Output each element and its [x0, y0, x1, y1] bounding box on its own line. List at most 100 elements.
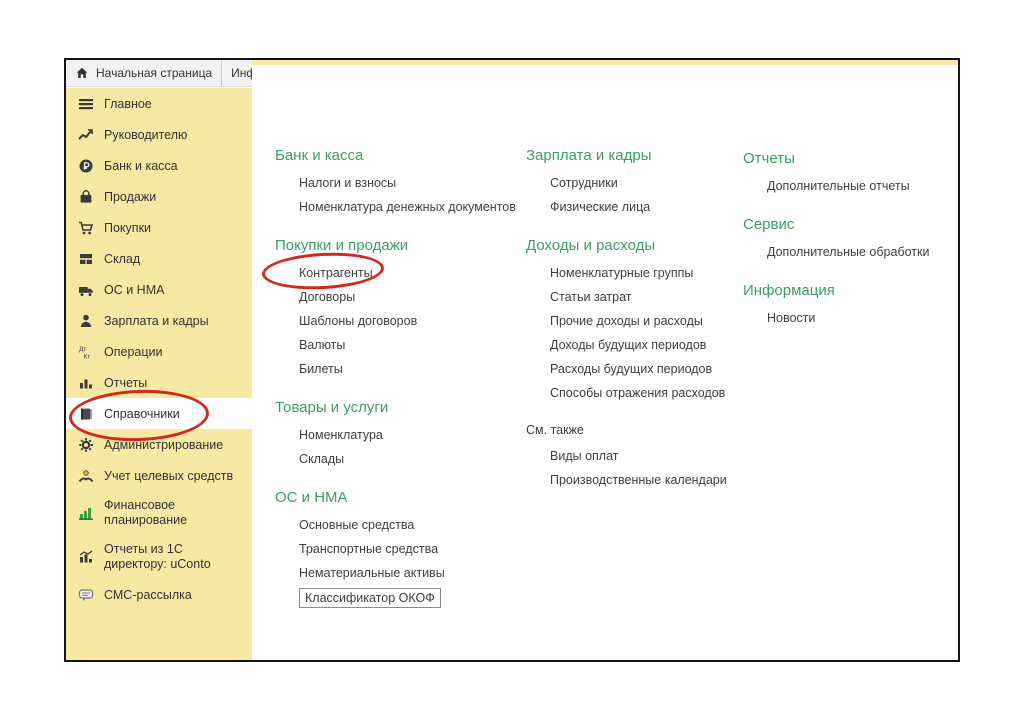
section-title-see-also: См. также	[526, 423, 584, 437]
sidebar-item-spravochniki[interactable]: Справочники	[66, 398, 252, 429]
menu-item-bilety[interactable]: Билеты	[299, 357, 343, 381]
tab-partial[interactable]: Инф	[222, 60, 252, 86]
sidebar-item-sklad[interactable]: Склад	[66, 243, 252, 274]
menu-item-transportnye-sredstva[interactable]: Транспортные средства	[299, 537, 438, 561]
sidebar-item-celevye-sredstva[interactable]: Учет целевых средств	[66, 460, 252, 491]
section-title: Зарплата и кадры	[526, 147, 652, 164]
menu-item-nomenklatura[interactable]: Номенклатура	[299, 423, 383, 447]
truck-icon	[77, 282, 95, 298]
menu-item-nomenklaturnye-gruppy[interactable]: Номенклатурные группы	[550, 261, 693, 285]
menu-item-prochie-dohody-rashody[interactable]: Прочие доходы и расходы	[550, 309, 703, 333]
menu-section-os-nma: ОС и НМА Основные средства Транспортные …	[275, 489, 516, 608]
app-window: Начальная страница Инф Главное Руководит…	[64, 58, 960, 662]
svg-text:Дт: Дт	[79, 346, 86, 353]
sidebar-item-label: Учет целевых средств	[104, 468, 234, 483]
menu-section-sm-takzhe: См. также Виды оплат Производственные ка…	[526, 423, 727, 492]
sidebar-item-label: Справочники	[104, 406, 180, 421]
menu-item-vidy-oplat[interactable]: Виды оплат	[550, 444, 619, 468]
menu-item-stati-zatrat[interactable]: Статьи затрат	[550, 285, 631, 309]
green-chart-icon	[77, 505, 95, 521]
menu-item-sklady[interactable]: Склады	[299, 447, 344, 471]
sidebar-item-label: Банк и касса	[104, 158, 178, 173]
section-title: Отчеты	[743, 150, 795, 167]
trend-icon	[77, 127, 95, 143]
section-title: Сервис	[743, 216, 795, 233]
cart-icon	[77, 220, 95, 236]
book-icon	[77, 406, 95, 422]
menu-item-dohody-budushchih-periodov[interactable]: Доходы будущих периодов	[550, 333, 706, 357]
menu-item-valyuty[interactable]: Валюты	[299, 333, 345, 357]
sidebar-item-label: Зарплата и кадры	[104, 313, 209, 328]
menu-item-klassifikator-okof[interactable]: Классификатор ОКОФ	[299, 588, 441, 608]
menu-item-proizvodstvennye-kalendari[interactable]: Производственные календари	[550, 468, 727, 492]
menu-section-informaciya: Информация Новости	[743, 282, 929, 330]
menu-item-dogovory[interactable]: Договоры	[299, 285, 355, 309]
section-title: Товары и услуги	[275, 399, 389, 416]
menu-item-sposoby-otrazheniya-rashodov[interactable]: Способы отражения расходов	[550, 381, 725, 405]
sidebar-item-label: Администрирование	[104, 437, 224, 452]
home-icon	[75, 66, 89, 80]
menu-column-3: Отчеты Дополнительные отчеты Сервис Допо…	[743, 150, 929, 348]
menu-item-nalogi-vznosy[interactable]: Налоги и взносы	[299, 171, 396, 195]
tab-home-label: Начальная страница	[96, 66, 213, 80]
sidebar-item-label: ОС и НМА	[104, 282, 165, 297]
pallet-icon	[77, 251, 95, 267]
menu-item-rashody-budushchih-periodov[interactable]: Расходы будущих периодов	[550, 357, 712, 381]
sidebar-item-prodazhi[interactable]: Продажи	[66, 181, 252, 212]
sidebar-item-label: Финансовое планирование	[104, 498, 188, 527]
hamburger-icon	[77, 96, 95, 112]
sidebar-item-otchety[interactable]: Отчеты	[66, 367, 252, 398]
tab-partial-label: Инф	[231, 66, 252, 80]
menu-column-2: Зарплата и кадры Сотрудники Физические л…	[526, 147, 727, 510]
menu-item-sotrudniki[interactable]: Сотрудники	[550, 171, 618, 195]
menu-section-zarplata-kadry: Зарплата и кадры Сотрудники Физические л…	[526, 147, 727, 219]
menu-item-novosti[interactable]: Новости	[767, 306, 815, 330]
menu-item-dopolnitelnye-obrabotki[interactable]: Дополнительные обработки	[767, 240, 929, 264]
menu-item-dopolnitelnye-otchety[interactable]: Дополнительные отчеты	[767, 174, 910, 198]
tab-home[interactable]: Начальная страница	[66, 60, 223, 86]
person-icon	[77, 313, 95, 329]
sidebar-item-zarplata[interactable]: Зарплата и кадры	[66, 305, 252, 336]
sidebar-item-label: Руководителю	[104, 127, 188, 142]
menu-section-otchety: Отчеты Дополнительные отчеты	[743, 150, 929, 198]
coin-icon	[77, 158, 95, 174]
menu-item-kontragenty[interactable]: Контрагенты	[299, 261, 373, 285]
svg-text:Кт: Кт	[84, 353, 91, 360]
mega-menu-panel: Банк и касса Налоги и взносы Номенклатур…	[252, 65, 958, 660]
section-title: Банк и касса	[275, 147, 364, 164]
menu-section-servis: Сервис Дополнительные обработки	[743, 216, 929, 264]
sidebar-item-label: Покупки	[104, 220, 152, 235]
menu-item-fizicheskie-lica[interactable]: Физические лица	[550, 195, 650, 219]
gear-icon	[77, 437, 95, 453]
sidebar: Главное Руководителю Банк и касса Продаж…	[66, 88, 253, 660]
menu-item-nematerialnye-aktivy[interactable]: Нематериальные активы	[299, 561, 445, 585]
bag-icon	[77, 189, 95, 205]
section-title: Покупки и продажи	[275, 237, 409, 254]
menu-item-nomenklatura-den-dok[interactable]: Номенклатура денежных документов	[299, 195, 516, 219]
sidebar-item-operacii[interactable]: Дт Кт Операции	[66, 336, 252, 367]
sidebar-item-label: Склад	[104, 251, 141, 266]
sidebar-item-bank-kassa[interactable]: Банк и касса	[66, 150, 252, 181]
sidebar-item-administrirovanie[interactable]: Администрирование	[66, 429, 252, 460]
section-title: ОС и НМА	[275, 489, 348, 506]
menu-item-shablony-dogovorov[interactable]: Шаблоны договоров	[299, 309, 417, 333]
menu-section-bank-kassa: Банк и касса Налоги и взносы Номенклатур…	[275, 147, 516, 219]
sidebar-item-glavnoe[interactable]: Главное	[66, 88, 252, 119]
sidebar-item-label: Отчеты	[104, 375, 148, 390]
tab-bar: Начальная страница Инф	[66, 60, 252, 87]
dt-kt-icon: Дт Кт	[77, 344, 95, 360]
sidebar-item-pokupki[interactable]: Покупки	[66, 212, 252, 243]
hands-icon	[77, 468, 95, 484]
section-title: Информация	[743, 282, 835, 299]
menu-section-tovary-uslugi: Товары и услуги Номенклатура Склады	[275, 399, 516, 471]
sidebar-item-sms[interactable]: СМС-рассылка	[66, 579, 252, 610]
sidebar-item-label: Продажи	[104, 189, 157, 204]
section-title: Доходы и расходы	[526, 237, 656, 254]
sidebar-item-label: Операции	[104, 344, 163, 359]
menu-item-osnovnye-sredstva[interactable]: Основные средства	[299, 513, 414, 537]
sidebar-item-rukovoditelyu[interactable]: Руководителю	[66, 119, 252, 150]
sidebar-item-os-nma[interactable]: ОС и НМА	[66, 274, 252, 305]
menu-section-dohody-rashody: Доходы и расходы Номенклатурные группы С…	[526, 237, 727, 405]
sidebar-item-otchety-uconto[interactable]: Отчеты из 1С директору: uConto	[66, 535, 252, 579]
sidebar-item-finansovoe-planirovanie[interactable]: Финансовое планирование	[66, 491, 252, 535]
